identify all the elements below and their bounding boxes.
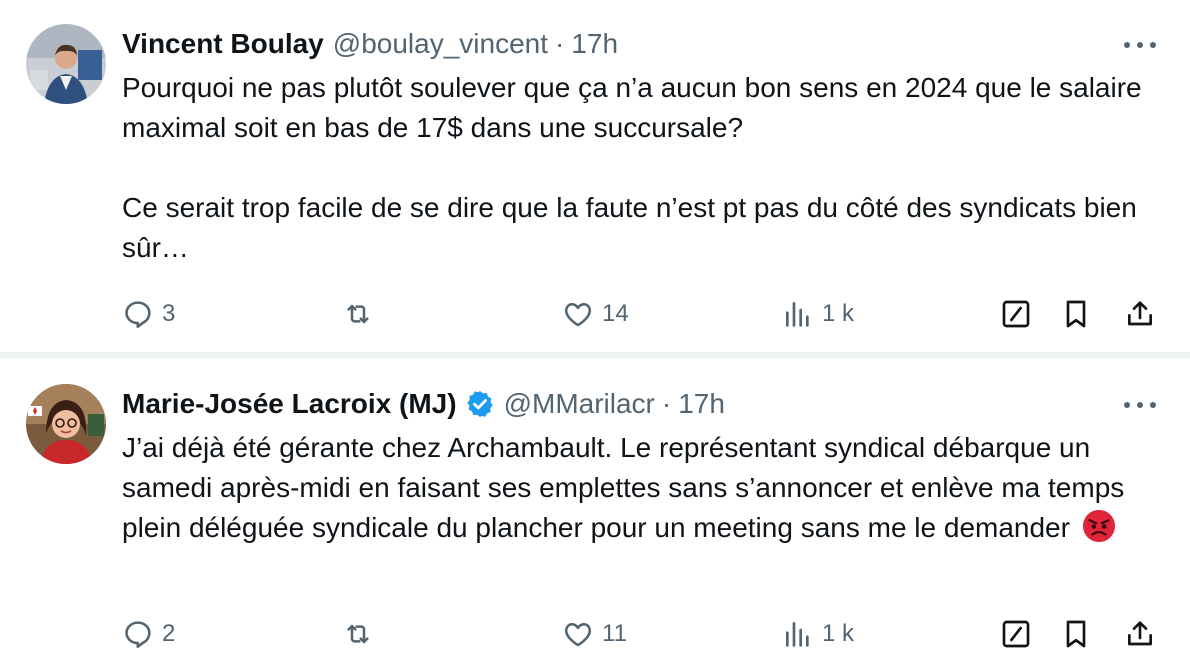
tweet-paragraph: Pourquoi ne pas plutôt soulever que ça n… [122, 72, 1142, 143]
repost-icon [347, 624, 369, 644]
separator-dot: · [661, 388, 672, 419]
grok-button[interactable] [1000, 294, 1032, 334]
angry-face-emoji [1082, 509, 1115, 543]
tweet-text: Pourquoi ne pas plutôt soulever que ça n… [122, 68, 1166, 268]
more-icon[interactable] [1124, 40, 1156, 50]
avatar[interactable] [26, 24, 106, 104]
author-handle[interactable]: @boulay_vincent [333, 28, 548, 60]
share-icon [1128, 621, 1152, 646]
reply-button[interactable]: 3 [122, 294, 175, 334]
like-icon [564, 623, 592, 647]
views-count: 1 k [822, 620, 855, 647]
reply-icon [125, 301, 151, 329]
timestamp[interactable]: 17h [678, 388, 725, 420]
repost-button[interactable] [342, 294, 382, 334]
bookmark-button[interactable] [1060, 614, 1092, 654]
views-icon [786, 622, 809, 647]
grok-button[interactable] [1000, 614, 1032, 654]
bookmark-icon [1066, 620, 1086, 648]
grok-icon [1002, 620, 1030, 648]
tweet[interactable]: Marie-Josée Lacroix (MJ) @MMarilacr · 17… [0, 358, 1190, 662]
like-icon [564, 303, 592, 327]
tweet-header: Marie-Josée Lacroix (MJ) @MMarilacr · 17… [122, 384, 1150, 424]
tweet-text: J’ai déjà été gérante chez Archambault. … [122, 428, 1166, 548]
reply-icon [125, 621, 151, 649]
separator-dot: · [555, 28, 565, 59]
views-button[interactable]: 1 k [782, 294, 854, 334]
bookmark-button[interactable] [1060, 294, 1092, 334]
like-count: 14 [602, 300, 629, 327]
views-button[interactable]: 1 k [782, 614, 854, 654]
tweet-header: Vincent Boulay @boulay_vincent · 17h [122, 24, 1150, 64]
tweet-actions: 3 14 1 k [0, 294, 1190, 334]
verified-badge-icon [466, 391, 493, 417]
like-count: 11 [602, 620, 627, 647]
views-icon [786, 302, 809, 327]
tweet-paragraph-text: J’ai déjà été gérante chez Archambault. … [122, 432, 1125, 543]
tweet-paragraph: Ce serait trop facile de se dire que la … [122, 192, 1137, 263]
timestamp[interactable]: 17h [571, 28, 618, 60]
author-name[interactable]: Marie-Josée Lacroix (MJ) [122, 388, 457, 420]
share-button[interactable] [1124, 294, 1156, 334]
avatar[interactable] [26, 384, 106, 464]
repost-button[interactable] [342, 614, 382, 654]
more-icon[interactable] [1124, 400, 1156, 410]
reply-button[interactable]: 2 [122, 614, 175, 654]
reply-count: 3 [162, 300, 176, 327]
grok-icon [1002, 300, 1030, 328]
like-button[interactable]: 11 [562, 614, 627, 654]
views-count: 1 k [822, 300, 855, 327]
tweet-actions: 2 11 1 k [0, 614, 1190, 654]
reply-count: 2 [162, 620, 176, 647]
repost-icon [347, 304, 369, 324]
author-handle[interactable]: @MMarilacr [504, 388, 655, 420]
share-icon [1128, 301, 1152, 326]
share-button[interactable] [1124, 614, 1156, 654]
tweet-paragraph: J’ai déjà été gérante chez Archambault. … [122, 428, 1166, 548]
bookmark-icon [1066, 300, 1086, 328]
author-name[interactable]: Vincent Boulay [122, 28, 324, 60]
like-button[interactable]: 14 [562, 294, 629, 334]
tweet[interactable]: Vincent Boulay @boulay_vincent · 17h Pou… [0, 0, 1190, 352]
